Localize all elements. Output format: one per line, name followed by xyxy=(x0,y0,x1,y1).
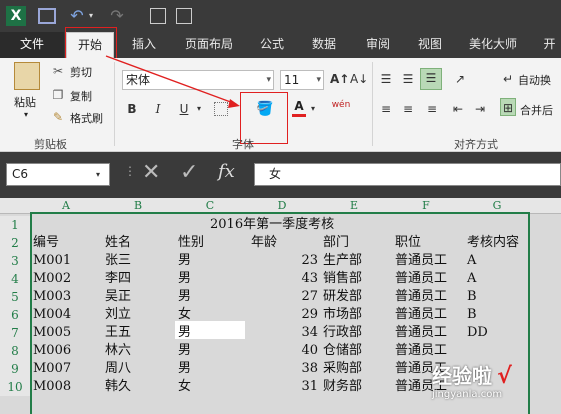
data-cell[interactable]: 李四 xyxy=(105,270,131,288)
row-header-9[interactable]: 9 xyxy=(0,360,30,378)
watermark-text: 经验啦 xyxy=(432,364,492,388)
cancel-icon[interactable]: ✕ xyxy=(142,160,160,185)
header-cell[interactable]: 年龄 xyxy=(251,234,277,252)
data-cell[interactable]: 23 xyxy=(248,252,318,270)
data-cell[interactable]: 林六 xyxy=(105,342,131,360)
data-cell[interactable]: 男 xyxy=(178,270,191,288)
data-cell[interactable]: 韩久 xyxy=(105,378,131,396)
row-header-3[interactable]: 3 xyxy=(0,252,30,270)
more-icon: ⋮ xyxy=(124,164,136,178)
data-cell[interactable]: 销售部 xyxy=(323,270,362,288)
header-cell[interactable]: 姓名 xyxy=(105,234,131,252)
data-cell[interactable]: M006 xyxy=(33,342,71,360)
enter-icon[interactable]: ✓ xyxy=(180,160,198,185)
watermark: 经验啦 √ jingyanla.com xyxy=(432,360,512,400)
row-header-10[interactable]: 10 xyxy=(0,378,30,396)
data-cell[interactable]: A xyxy=(467,252,476,270)
data-cell[interactable]: B xyxy=(467,306,477,324)
data-cell[interactable]: 女 xyxy=(178,378,191,396)
sheet-title[interactable]: 2016年第一季度考核 xyxy=(210,216,370,234)
data-cell[interactable]: 女 xyxy=(178,306,191,324)
header-cell[interactable]: 职位 xyxy=(395,234,421,252)
row-header-8[interactable]: 8 xyxy=(0,342,30,360)
data-cell[interactable]: M007 xyxy=(33,360,71,378)
insert-function-button[interactable]: fx xyxy=(218,161,235,182)
data-cell[interactable]: 普通员工 xyxy=(395,288,447,306)
formula-input[interactable]: 女 xyxy=(254,163,561,186)
data-cell[interactable]: 普通员工 xyxy=(395,342,447,360)
data-cell[interactable]: 普通员工 xyxy=(395,270,447,288)
header-cell[interactable]: 考核内容 xyxy=(467,234,519,252)
data-cell[interactable]: M008 xyxy=(33,378,71,396)
data-cell[interactable]: M002 xyxy=(33,270,71,288)
data-cell[interactable]: 男 xyxy=(178,342,191,360)
data-cell[interactable]: 周八 xyxy=(105,360,131,378)
row-header-7[interactable]: 7 xyxy=(0,324,30,342)
row-header-2[interactable]: 2 xyxy=(0,234,30,252)
data-cell[interactable]: 38 xyxy=(248,360,318,378)
row-header-1[interactable]: 1 xyxy=(0,216,30,234)
data-cell[interactable]: DD xyxy=(467,324,488,342)
data-cell[interactable]: M001 xyxy=(33,252,71,270)
data-cell[interactable]: M003 xyxy=(33,288,71,306)
data-cell[interactable]: 普通员工 xyxy=(395,324,447,342)
data-cell[interactable]: 男 xyxy=(178,324,191,342)
data-cell[interactable]: 27 xyxy=(248,288,318,306)
header-cell[interactable]: 编号 xyxy=(33,234,59,252)
data-cell[interactable]: 研发部 xyxy=(323,288,362,306)
data-cell[interactable]: M005 xyxy=(33,324,71,342)
data-cell[interactable]: 吴正 xyxy=(105,288,131,306)
data-cell[interactable]: B xyxy=(467,288,477,306)
name-box[interactable]: C6 xyxy=(6,163,110,186)
data-cell[interactable]: 31 xyxy=(248,378,318,396)
data-cell[interactable]: 王五 xyxy=(105,324,131,342)
data-cell[interactable]: M004 xyxy=(33,306,71,324)
row-header-6[interactable]: 6 xyxy=(0,306,30,324)
data-cell[interactable]: 普通员工 xyxy=(395,252,447,270)
watermark-check-icon: √ xyxy=(497,364,512,389)
data-cell[interactable]: 采购部 xyxy=(323,360,362,378)
data-cell[interactable]: 40 xyxy=(248,342,318,360)
header-cell[interactable]: 性别 xyxy=(178,234,204,252)
watermark-url: jingyanla.com xyxy=(432,389,503,400)
data-cell[interactable]: 张三 xyxy=(105,252,131,270)
row-header-4[interactable]: 4 xyxy=(0,270,30,288)
formula-bar: C6 ▾ ⋮ ✕ ✓ fx 女 xyxy=(0,152,561,198)
data-cell[interactable]: 仓储部 xyxy=(323,342,362,360)
data-cell[interactable]: 43 xyxy=(248,270,318,288)
data-cell[interactable]: 生产部 xyxy=(323,252,362,270)
data-cell[interactable]: 男 xyxy=(178,252,191,270)
data-cell[interactable]: 34 xyxy=(248,324,318,342)
name-box-dropdown-icon[interactable]: ▾ xyxy=(96,163,110,186)
data-cell[interactable]: A xyxy=(467,270,476,288)
header-cell[interactable]: 部门 xyxy=(323,234,349,252)
data-cell[interactable]: 29 xyxy=(248,306,318,324)
data-cell[interactable]: 市场部 xyxy=(323,306,362,324)
row-header-5[interactable]: 5 xyxy=(0,288,30,306)
data-cell[interactable]: 男 xyxy=(178,360,191,378)
data-cell[interactable]: 行政部 xyxy=(323,324,362,342)
data-cell[interactable]: 普通员工 xyxy=(395,306,447,324)
data-cell[interactable]: 男 xyxy=(178,288,191,306)
data-cell[interactable]: 刘立 xyxy=(105,306,131,324)
data-cell[interactable]: 财务部 xyxy=(323,378,362,396)
